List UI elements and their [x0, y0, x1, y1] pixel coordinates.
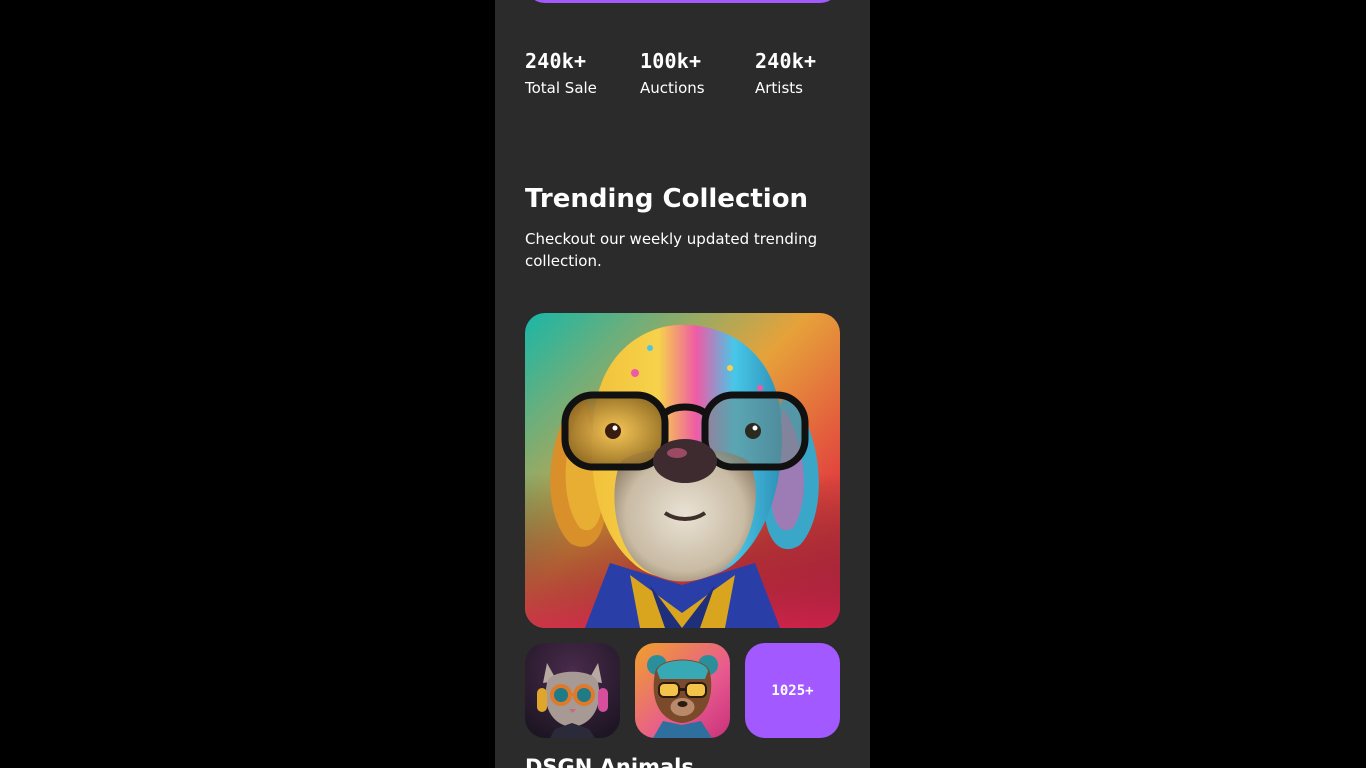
get-started-button[interactable] [525, 0, 840, 3]
stat-value: 240k+ [525, 49, 587, 73]
stat-value: 240k+ [755, 49, 817, 73]
stat-total-sale: 240k+ Total Sale [525, 46, 597, 100]
stat-label: Auctions [640, 79, 705, 97]
section-subtitle: Checkout our weekly updated trending col… [525, 230, 818, 270]
stat-value: 100k+ [640, 49, 702, 73]
collection-hero-image[interactable] [525, 313, 840, 628]
more-items-button[interactable]: 1025+ [745, 643, 840, 738]
stat-auctions: 100k+ Auctions [640, 46, 705, 100]
more-items-count: 1025+ [771, 682, 814, 699]
collection-name[interactable]: DSGN Animals [525, 752, 694, 768]
stat-label: Total Sale [525, 79, 597, 97]
bear-illustration [635, 643, 730, 738]
section-title: Trending Collection [525, 184, 809, 214]
collection-thumbnail-bear[interactable] [635, 643, 730, 738]
mobile-frame: 240k+ Total Sale 100k+ Auctions 240k+ Ar… [495, 0, 870, 768]
stat-artists: 240k+ Artists [755, 46, 816, 100]
stat-label: Artists [755, 79, 803, 97]
collection-thumbnail-cat[interactable] [525, 643, 620, 738]
stats-row: 240k+ Total Sale 100k+ Auctions 240k+ Ar… [525, 46, 840, 106]
dog-illustration [525, 313, 840, 628]
cat-illustration [525, 643, 620, 738]
